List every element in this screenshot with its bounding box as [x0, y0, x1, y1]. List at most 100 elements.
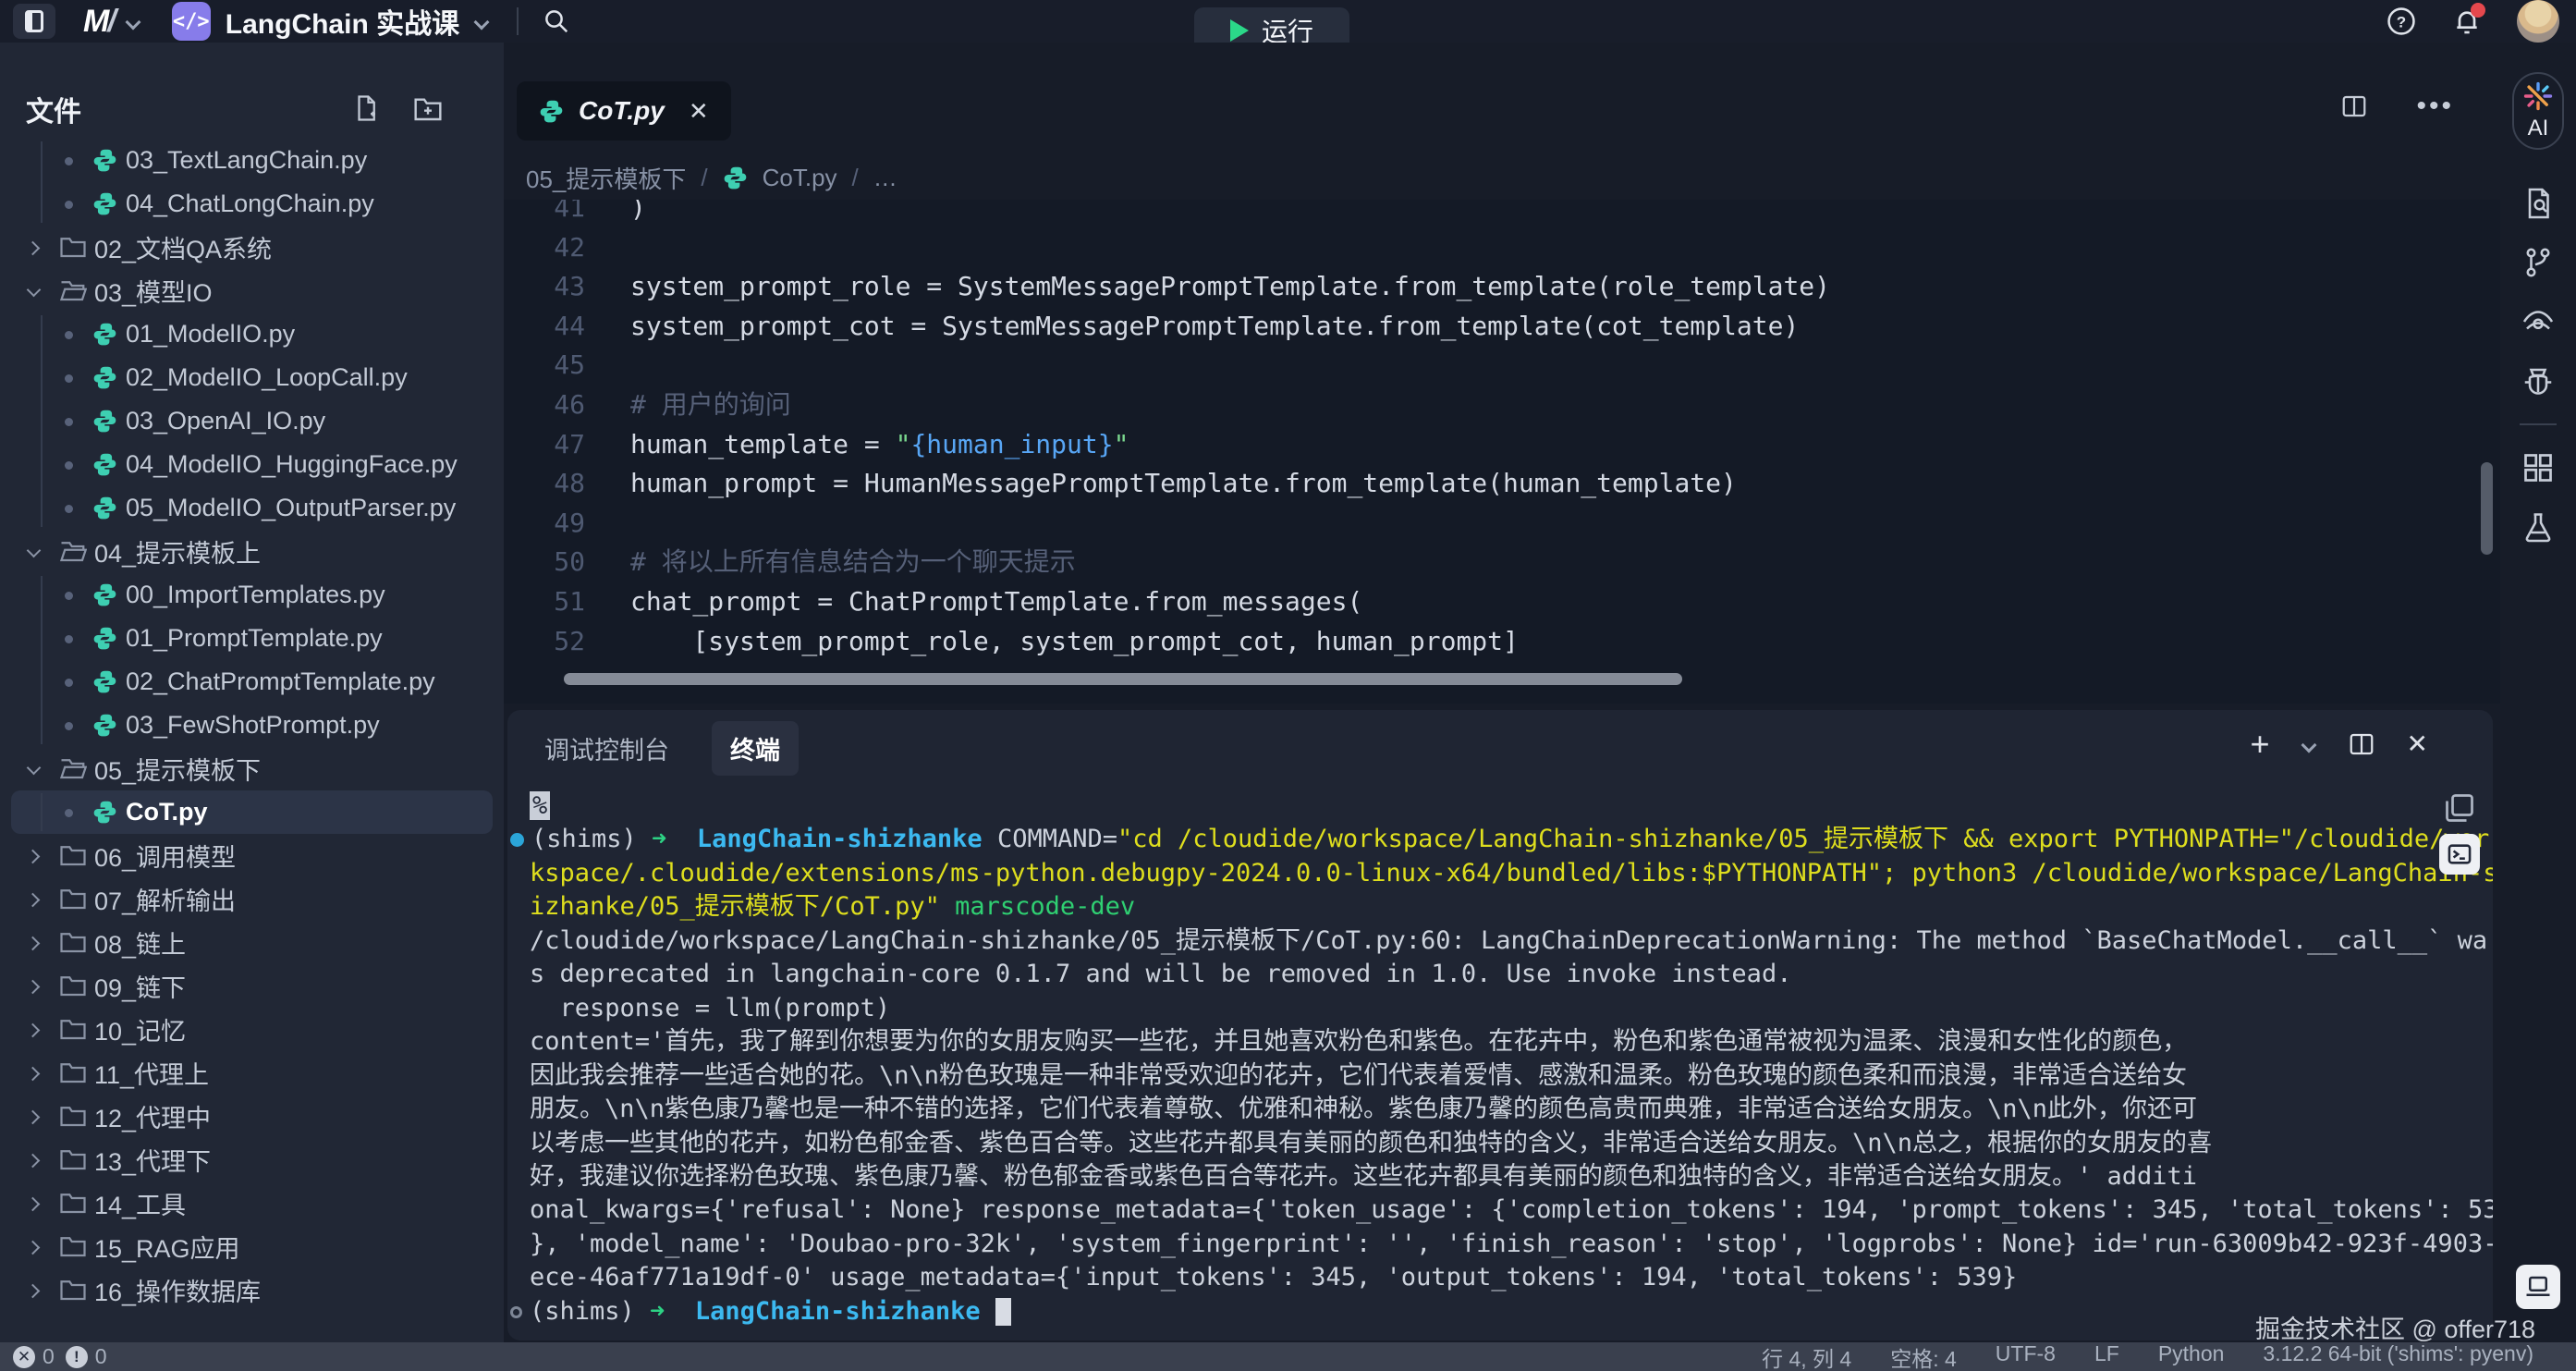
- terminal-line: %: [530, 790, 2434, 823]
- chevron-right-icon[interactable]: [28, 1023, 41, 1036]
- panel-tab-调试控制台[interactable]: 调试控制台: [526, 721, 688, 776]
- tree-file-03_FewShotPrompt.py[interactable]: 03_FewShotPrompt.py: [0, 704, 504, 747]
- terminal-line: izhanke/05_提示模板下/CoT.py" marscode-dev: [530, 890, 2434, 924]
- bug-icon[interactable]: [2521, 364, 2555, 398]
- tree-file-04_ChatLongChain.py[interactable]: 04_ChatLongChain.py: [0, 182, 504, 226]
- errors-badge[interactable]: ✕ 0: [13, 1344, 55, 1369]
- flask-icon[interactable]: [2521, 510, 2555, 544]
- chevron-right-icon[interactable]: [28, 241, 41, 254]
- breadcrumb-folder[interactable]: 05_提示模板下: [526, 161, 686, 195]
- code-line: 50# 将以上所有信息结合为一个聊天提示: [504, 543, 2500, 582]
- chevron-right-icon[interactable]: [28, 936, 41, 949]
- code-editor[interactable]: 41)42 43system_prompt_role = SystemMessa…: [504, 200, 2500, 704]
- tab-cot-py[interactable]: CoT.py ✕: [517, 81, 731, 141]
- tree-folder-04_提示模板上[interactable]: 04_提示模板上: [0, 530, 504, 573]
- sidebar-toggle-icon[interactable]: [13, 4, 55, 39]
- tree-file-00_ImportTemplates.py[interactable]: 00_ImportTemplates.py: [0, 573, 504, 617]
- search-icon[interactable]: [543, 7, 570, 35]
- git-branch-icon[interactable]: [2521, 246, 2555, 279]
- device-laptop-icon[interactable]: [2516, 1265, 2560, 1309]
- new-terminal-plus-icon[interactable]: +: [2251, 730, 2270, 758]
- tree-folder-02_文档QA系统[interactable]: 02_文档QA系统: [0, 226, 504, 269]
- panel-tab-终端[interactable]: 终端: [712, 721, 799, 776]
- tree-file-03_OpenAI_IO.py[interactable]: 03_OpenAI_IO.py: [0, 399, 504, 443]
- bell-icon[interactable]: [2452, 6, 2482, 36]
- tree-folder-03_模型IO[interactable]: 03_模型IO: [0, 269, 504, 312]
- tree-folder-11_代理上[interactable]: 11_代理上: [0, 1051, 504, 1095]
- file-dot: [65, 809, 73, 817]
- logo-chevron-icon[interactable]: [126, 14, 140, 29]
- breadcrumb-more[interactable]: …: [873, 164, 897, 192]
- chevron-right-icon[interactable]: [28, 1284, 41, 1297]
- tree-file-05_ModelIO_OutputParser.py[interactable]: 05_ModelIO_OutputParser.py: [0, 486, 504, 530]
- split-editor-icon[interactable]: [2340, 92, 2368, 120]
- tree-folder-13_代理下[interactable]: 13_代理下: [0, 1138, 504, 1181]
- project-chevron-icon[interactable]: [474, 14, 489, 29]
- tree-file-03_TextLangChain.py[interactable]: 03_TextLangChain.py: [0, 139, 504, 182]
- chevron-down-icon[interactable]: [28, 545, 41, 558]
- help-icon[interactable]: ?: [2386, 6, 2417, 37]
- status-item[interactable]: UTF-8: [1996, 1341, 2056, 1371]
- breadcrumb-file[interactable]: CoT.py: [763, 164, 837, 192]
- file-dot: [65, 461, 73, 470]
- tree-file-01_PromptTemplate.py[interactable]: 01_PromptTemplate.py: [0, 617, 504, 660]
- code-line: 45: [504, 346, 2500, 386]
- tree-file-02_ChatPromptTemplate.py[interactable]: 02_ChatPromptTemplate.py: [0, 660, 504, 704]
- status-item[interactable]: LF: [2094, 1341, 2119, 1371]
- chevron-right-icon[interactable]: [28, 980, 41, 993]
- tree-folder-10_记忆[interactable]: 10_记忆: [0, 1008, 504, 1051]
- marscode-logo[interactable]: M/: [83, 4, 115, 40]
- tree-folder-12_代理中[interactable]: 12_代理中: [0, 1095, 504, 1138]
- chevron-right-icon[interactable]: [28, 850, 41, 863]
- close-panel-icon[interactable]: ✕: [2407, 728, 2428, 759]
- chevron-right-icon[interactable]: [28, 1154, 41, 1167]
- status-item[interactable]: 行 4, 列 4: [1762, 1341, 1851, 1371]
- chevron-right-icon[interactable]: [28, 1241, 41, 1254]
- tree-folder-05_提示模板下[interactable]: 05_提示模板下: [0, 747, 504, 790]
- more-actions-icon[interactable]: •••: [2416, 91, 2454, 122]
- tree-file-CoT.py[interactable]: CoT.py: [11, 790, 493, 834]
- project-name[interactable]: LangChain 实战课: [226, 1, 459, 42]
- pages-icon[interactable]: [2443, 791, 2476, 825]
- status-item[interactable]: 空格: 4: [1890, 1341, 1957, 1371]
- python-file-icon: [92, 800, 117, 825]
- folder-icon: [59, 1278, 87, 1302]
- chevron-right-icon[interactable]: [28, 1067, 41, 1080]
- horizontal-scrollbar[interactable]: [564, 673, 1682, 685]
- close-tab-icon[interactable]: ✕: [689, 97, 709, 126]
- chevron-right-icon[interactable]: [28, 1197, 41, 1210]
- python-file-icon: [92, 148, 117, 173]
- tree-file-01_ModelIO.py[interactable]: 01_ModelIO.py: [0, 312, 504, 356]
- tree-folder-09_链下[interactable]: 09_链下: [0, 964, 504, 1008]
- python-file-icon: [92, 582, 117, 607]
- chevron-down-icon[interactable]: [28, 285, 41, 298]
- terminal-output[interactable]: %(shims) ➜ LangChain-shizhanke COMMAND="…: [530, 790, 2434, 1328]
- tree-file-02_ModelIO_LoopCall.py[interactable]: 02_ModelIO_LoopCall.py: [0, 356, 504, 399]
- avatar[interactable]: [2517, 0, 2559, 43]
- tree-folder-08_链上[interactable]: 08_链上: [0, 921, 504, 964]
- vertical-scrollbar[interactable]: [2481, 462, 2493, 555]
- breadcrumb[interactable]: 05_提示模板下 / CoT.py / …: [526, 161, 897, 195]
- tree-folder-06_调用模型[interactable]: 06_调用模型: [0, 834, 504, 877]
- chevron-right-icon[interactable]: [28, 893, 41, 906]
- new-folder-icon[interactable]: [413, 94, 443, 122]
- eye-icon[interactable]: [2521, 305, 2556, 338]
- error-icon: ✕: [13, 1346, 35, 1368]
- chevron-down-icon[interactable]: [28, 763, 41, 776]
- new-file-icon[interactable]: [352, 94, 380, 122]
- doc-search-icon[interactable]: [2521, 187, 2555, 220]
- terminal-dropdown-chevron-icon[interactable]: [2301, 737, 2316, 752]
- tree-folder-15_RAG应用[interactable]: 15_RAG应用: [0, 1225, 504, 1268]
- ai-assistant-button[interactable]: AI: [2512, 72, 2564, 150]
- warnings-badge[interactable]: ! 0: [66, 1344, 107, 1369]
- status-item[interactable]: 3.12.2 64-bit ('shims': pyenv): [2263, 1341, 2533, 1371]
- tree-folder-14_工具[interactable]: 14_工具: [0, 1181, 504, 1225]
- split-panel-icon[interactable]: [2348, 730, 2375, 758]
- tree-folder-16_操作数据库[interactable]: 16_操作数据库: [0, 1268, 504, 1312]
- chevron-right-icon[interactable]: [28, 1110, 41, 1123]
- terminal-box-icon[interactable]: [2439, 834, 2480, 875]
- extensions-grid-icon[interactable]: [2521, 451, 2555, 484]
- status-item[interactable]: Python: [2158, 1341, 2225, 1371]
- tree-file-04_ModelIO_HuggingFace.py[interactable]: 04_ModelIO_HuggingFace.py: [0, 443, 504, 486]
- tree-folder-07_解析输出[interactable]: 07_解析输出: [0, 877, 504, 921]
